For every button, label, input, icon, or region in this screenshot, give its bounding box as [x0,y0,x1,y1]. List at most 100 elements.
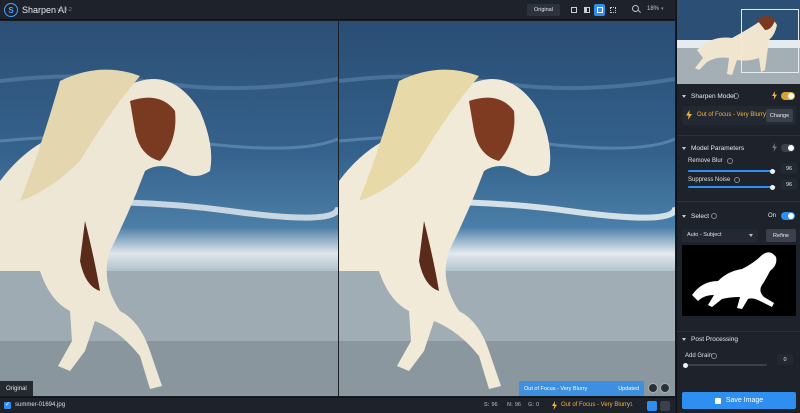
side-by-side-icon [596,7,603,13]
sharpen-ai-logo-icon: S [4,3,18,17]
bottom-model-name: Out of Focus - Very Blurry [561,402,631,408]
add-grain-value[interactable]: 0 [777,354,793,365]
trash-icon[interactable] [660,401,670,411]
toggle-knob [788,93,794,99]
sharpen-model-toggle[interactable] [781,92,795,100]
slider-fill [688,170,773,172]
grid-view-icon [609,7,616,13]
help-icon[interactable] [711,213,717,219]
stat-value: 96 [514,402,521,408]
navigator-thumbnail[interactable] [677,0,800,84]
add-grain-label: Add Grain [685,353,713,359]
suppress-noise-value[interactable]: 96 [781,179,797,190]
stat-value: 0 [536,402,540,408]
stat-sharpen: S: 96 [484,402,498,408]
section-title: Post Processing [691,335,738,343]
toggle-knob [788,213,794,219]
select-on-label: On [768,213,777,219]
stat-value: 96 [491,402,498,408]
add-grain-slider-handle[interactable] [682,362,688,368]
compare-icon[interactable] [648,383,658,393]
zoom-icon[interactable] [632,5,639,12]
section-divider [677,135,800,136]
collapse-chevron-icon[interactable] [682,146,686,150]
selection-mask-preview[interactable] [682,245,796,316]
save-image-button[interactable]: Save Image [682,392,796,409]
bottom-bar: ✓ summer-01694.jpg S: 96 N: 96 G: 0 Out of … [0,397,675,413]
save-icon [714,397,721,404]
section-title: Select [691,212,710,220]
model-name: Out of Focus - Very Blurry [697,112,767,118]
lightning-icon [686,110,692,120]
zoom-level[interactable]: 18% [647,6,659,12]
section-divider [677,201,800,202]
remove-blur-slider-handle[interactable] [769,168,775,174]
select-mode-value: Auto - Subject [687,232,722,238]
subject-mask-image [692,252,777,309]
status-updated: Updated [618,385,639,392]
top-bar: S Sharpen AI v3.3.2 Original 18% ▾ [0,0,675,20]
single-view-button[interactable] [568,4,579,16]
grid-view-button[interactable] [607,4,618,16]
file-select-checkbox[interactable]: ✓ [4,402,11,409]
remove-blur-slider[interactable] [688,170,776,172]
version-badge: v1 [627,402,633,408]
lightning-icon [552,401,557,410]
help-icon[interactable] [711,353,717,359]
select-mode-dropdown[interactable]: Auto - Subject [682,229,758,242]
preview-toggle-icon[interactable] [647,401,657,411]
file-name: summer-01694.jpg [15,402,66,408]
navigator-viewport-frame[interactable] [741,9,799,73]
right-sidebar: Sharpen Model Out of Focus - Very Blurry… [676,0,800,413]
suppress-noise-slider-handle[interactable] [769,184,775,190]
section-title: Sharpen Model [691,92,736,100]
preview-image-pane[interactable] [339,21,675,396]
stat-key: S: [484,402,490,408]
zoom-dropdown-caret-icon[interactable]: ▾ [661,6,664,12]
horse-original-image [0,21,338,396]
model-selector: Out of Focus - Very Blurry Change [682,106,796,125]
side-by-side-view-button[interactable] [594,4,605,16]
original-toggle-button[interactable]: Original [527,4,560,16]
collapse-chevron-icon[interactable] [682,94,686,98]
remove-blur-label: Remove Blur [688,158,723,164]
app-version: v3.3.2 [57,7,72,13]
status-model-name: Out of Focus - Very Blurry [524,385,588,392]
post-processing-header[interactable]: Post Processing [677,332,800,346]
help-icon[interactable] [733,93,739,99]
processing-status-bar: Out of Focus - Very Blurry Updated [519,381,644,396]
stat-noise: N: 96 [507,402,521,408]
split-view-button[interactable] [581,4,592,16]
toggle-knob [788,145,794,151]
collapse-chevron-icon[interactable] [682,214,686,218]
select-toggle[interactable] [781,212,795,220]
stat-key: N: [507,402,513,408]
split-view-icon [583,7,590,13]
refine-button[interactable]: Refine [766,229,796,242]
help-icon[interactable] [734,177,740,183]
stat-grain: G: 0 [528,402,539,408]
suppress-noise-label: Suppress Noise [688,177,731,183]
model-parameters-toggle[interactable] [781,144,795,152]
change-model-button[interactable]: Change [766,109,793,122]
suppress-noise-slider[interactable] [688,186,776,188]
face-icon[interactable] [660,383,670,393]
horse-sharpened-image [339,21,675,396]
select-header[interactable]: Select On [677,209,800,223]
lightning-icon [772,91,777,100]
model-parameters-header[interactable]: Model Parameters [677,141,800,155]
save-label: Save Image [725,397,764,404]
original-image-pane[interactable] [0,21,338,396]
slider-fill [688,186,773,188]
remove-blur-value[interactable]: 96 [781,163,797,174]
section-title: Model Parameters [691,144,745,152]
add-grain-slider[interactable] [685,364,767,366]
help-icon[interactable] [727,158,733,164]
single-view-icon [570,7,577,13]
stat-key: G: [528,402,535,408]
original-label-tag: Original [0,381,33,396]
collapse-chevron-icon[interactable] [682,337,686,341]
sharpen-model-header[interactable]: Sharpen Model [677,89,800,103]
chevron-down-icon [749,234,753,237]
lightning-icon [772,143,777,152]
